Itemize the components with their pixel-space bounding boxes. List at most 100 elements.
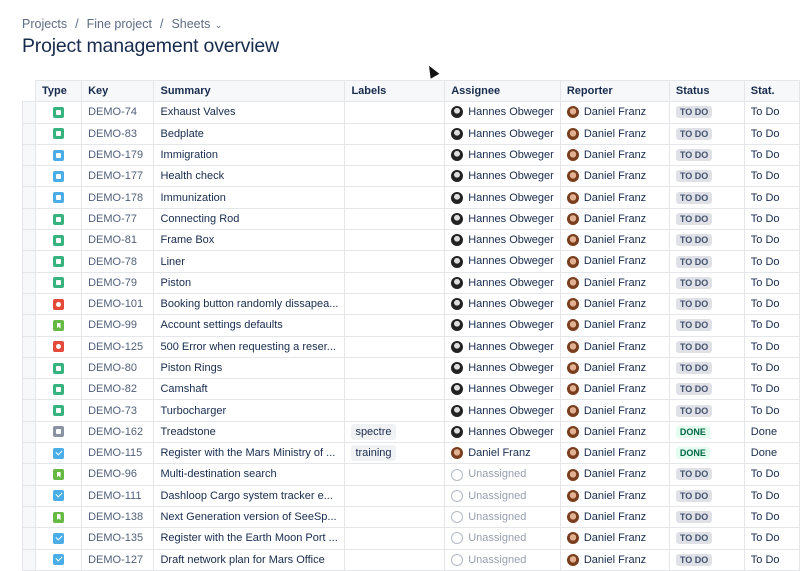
- status-cell[interactable]: TO DO: [668, 101, 745, 124]
- column-header-reporter[interactable]: Reporter: [559, 79, 670, 103]
- row-handle[interactable]: [22, 420, 36, 444]
- reporter-cell[interactable]: Daniel Franz: [559, 207, 670, 231]
- row-handle[interactable]: [22, 527, 36, 550]
- status-cell[interactable]: TO DO: [668, 292, 745, 316]
- summary-cell[interactable]: Booking button randomly dissapea...: [153, 292, 346, 316]
- assignee-cell[interactable]: Hannes Obweger: [444, 335, 561, 358]
- summary-cell[interactable]: Frame Box: [153, 229, 346, 252]
- assignee-cell[interactable]: Unassigned: [444, 548, 561, 571]
- labels-cell[interactable]: [344, 335, 446, 358]
- reporter-cell[interactable]: Daniel Franz: [559, 335, 670, 358]
- summary-cell[interactable]: Multi-destination search: [153, 463, 346, 486]
- table-row[interactable]: DEMO-96 Multi-destination search Unassig…: [22, 463, 800, 486]
- assignee-cell[interactable]: Hannes Obweger: [444, 292, 561, 316]
- row-handle[interactable]: [22, 229, 36, 252]
- row-handle[interactable]: [22, 378, 36, 401]
- labels-cell[interactable]: spectre: [344, 420, 446, 444]
- status-cell[interactable]: TO DO: [668, 548, 745, 571]
- table-row[interactable]: DEMO-99 Account settings defaults Hannes…: [22, 314, 800, 337]
- labels-cell[interactable]: [344, 186, 446, 209]
- reporter-cell[interactable]: Daniel Franz: [559, 101, 670, 124]
- summary-cell[interactable]: Connecting Rod: [153, 207, 346, 231]
- row-handle[interactable]: [22, 335, 36, 358]
- reporter-cell[interactable]: Daniel Franz: [559, 442, 670, 465]
- reporter-cell[interactable]: Daniel Franz: [559, 250, 670, 273]
- status-cell[interactable]: TO DO: [668, 122, 745, 145]
- row-handle[interactable]: [22, 165, 36, 188]
- issue-key[interactable]: DEMO-83: [81, 122, 155, 145]
- labels-cell[interactable]: [344, 292, 446, 316]
- status-cell[interactable]: TO DO: [668, 207, 745, 231]
- table-row[interactable]: DEMO-162 Treadstone spectre Hannes Obweg…: [22, 420, 800, 444]
- labels-cell[interactable]: [344, 143, 446, 167]
- summary-cell[interactable]: 500 Error when requesting a reser...: [153, 335, 346, 358]
- reporter-cell[interactable]: Daniel Franz: [559, 314, 670, 337]
- reporter-cell[interactable]: Daniel Franz: [559, 527, 670, 550]
- reporter-cell[interactable]: Daniel Franz: [559, 484, 670, 507]
- column-header-assignee[interactable]: Assignee: [444, 79, 561, 103]
- issue-key[interactable]: DEMO-74: [81, 101, 155, 124]
- issue-key[interactable]: DEMO-111: [81, 484, 155, 507]
- summary-cell[interactable]: Bedplate: [153, 122, 346, 145]
- summary-cell[interactable]: Next Generation version of SeeSp...: [153, 505, 346, 529]
- summary-cell[interactable]: Register with the Earth Moon Port ...: [153, 527, 346, 550]
- breadcrumb-sheets[interactable]: Sheets ⌄: [171, 17, 222, 31]
- assignee-cell[interactable]: Hannes Obweger: [444, 122, 561, 145]
- reporter-cell[interactable]: Daniel Franz: [559, 420, 670, 444]
- table-row[interactable]: DEMO-74 Exhaust Valves Hannes Obweger Da…: [22, 101, 800, 124]
- row-handle[interactable]: [22, 143, 36, 167]
- labels-cell[interactable]: [344, 527, 446, 550]
- reporter-cell[interactable]: Daniel Franz: [559, 292, 670, 316]
- summary-cell[interactable]: Register with the Mars Ministry of ...: [153, 442, 346, 465]
- issue-key[interactable]: DEMO-81: [81, 229, 155, 252]
- status-cell[interactable]: TO DO: [668, 505, 745, 529]
- row-handle[interactable]: [22, 399, 36, 422]
- issue-key[interactable]: DEMO-73: [81, 399, 155, 422]
- labels-cell[interactable]: [344, 101, 446, 124]
- table-row[interactable]: DEMO-125 500 Error when requesting a res…: [22, 335, 800, 358]
- status-cell[interactable]: TO DO: [668, 165, 745, 188]
- table-row[interactable]: DEMO-80 Piston Rings Hannes Obweger Dani…: [22, 356, 800, 380]
- assignee-cell[interactable]: Unassigned: [444, 463, 561, 486]
- reporter-cell[interactable]: Daniel Franz: [559, 122, 670, 145]
- assignee-cell[interactable]: Hannes Obweger: [444, 165, 561, 188]
- status-cell[interactable]: TO DO: [668, 378, 745, 401]
- labels-cell[interactable]: [344, 165, 446, 188]
- assignee-cell[interactable]: Hannes Obweger: [444, 207, 561, 231]
- column-header-key[interactable]: Key: [81, 79, 155, 103]
- status-cell[interactable]: TO DO: [668, 250, 745, 273]
- assignee-cell[interactable]: Daniel Franz: [444, 442, 561, 465]
- summary-cell[interactable]: Piston Rings: [153, 356, 346, 380]
- reporter-cell[interactable]: Daniel Franz: [559, 505, 670, 529]
- labels-cell[interactable]: [344, 505, 446, 529]
- labels-cell[interactable]: [344, 356, 446, 380]
- column-header-labels[interactable]: Labels: [344, 79, 446, 103]
- assignee-cell[interactable]: Unassigned: [444, 484, 561, 507]
- table-row[interactable]: DEMO-101 Booking button randomly dissape…: [22, 292, 800, 316]
- labels-cell[interactable]: [344, 229, 446, 252]
- status-cell[interactable]: DONE: [668, 442, 745, 465]
- row-handle[interactable]: [22, 250, 36, 273]
- assignee-cell[interactable]: Hannes Obweger: [444, 229, 561, 252]
- row-handle[interactable]: [22, 463, 36, 486]
- row-handle[interactable]: [22, 292, 36, 316]
- issue-key[interactable]: DEMO-82: [81, 378, 155, 401]
- issue-key[interactable]: DEMO-162: [81, 420, 155, 444]
- table-row[interactable]: DEMO-178 Immunization Hannes Obweger Dan…: [22, 186, 800, 209]
- row-handle[interactable]: [22, 186, 36, 209]
- summary-cell[interactable]: Treadstone: [153, 420, 346, 444]
- status-cell[interactable]: TO DO: [668, 527, 745, 550]
- issue-key[interactable]: DEMO-125: [81, 335, 155, 358]
- summary-cell[interactable]: Dashloop Cargo system tracker e...: [153, 484, 346, 507]
- labels-cell[interactable]: [344, 122, 446, 145]
- row-handle[interactable]: [22, 314, 36, 337]
- assignee-cell[interactable]: Hannes Obweger: [444, 250, 561, 273]
- issue-key[interactable]: DEMO-79: [81, 271, 155, 294]
- reporter-cell[interactable]: Daniel Franz: [559, 186, 670, 209]
- summary-cell[interactable]: Draft network plan for Mars Office: [153, 548, 346, 571]
- issue-key[interactable]: DEMO-80: [81, 356, 155, 380]
- reporter-cell[interactable]: Daniel Franz: [559, 399, 670, 422]
- table-row[interactable]: DEMO-135 Register with the Earth Moon Po…: [22, 527, 800, 550]
- summary-cell[interactable]: Exhaust Valves: [153, 101, 346, 124]
- status-cell[interactable]: TO DO: [668, 186, 745, 209]
